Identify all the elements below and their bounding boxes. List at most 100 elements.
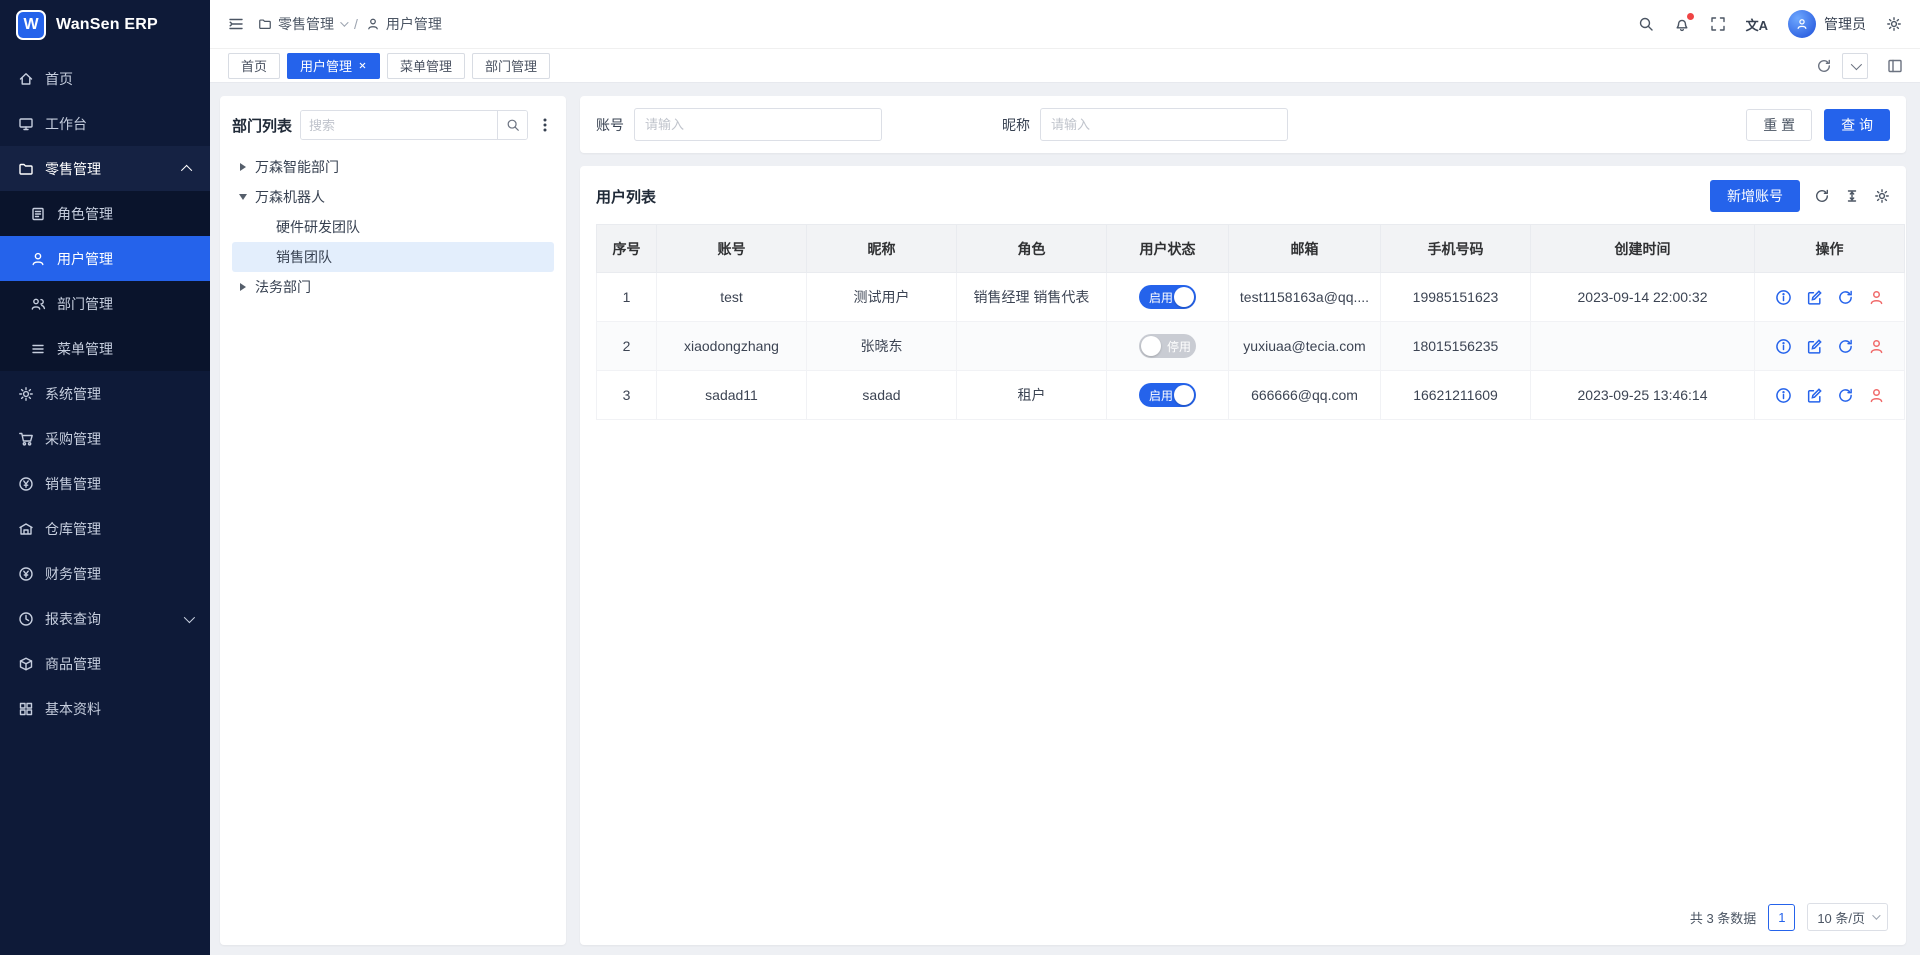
sidebar-item-menu-management[interactable]: 菜单管理: [0, 326, 210, 371]
info-icon[interactable]: [1775, 338, 1792, 355]
info-icon[interactable]: [1775, 387, 1792, 404]
sidebar-item-role-management[interactable]: 角色管理: [0, 191, 210, 236]
fullscreen-button[interactable]: [1710, 16, 1726, 32]
gear-icon: [1886, 16, 1902, 32]
cell-nickname: 测试用户: [807, 273, 957, 322]
row-height-button[interactable]: [1844, 188, 1860, 204]
sidebar-nav: 首页 工作台 零售管理 角色管理 用户管理 部门管理: [0, 50, 210, 955]
user-table: 序号 账号 昵称 角色 用户状态 邮箱 手机号码 创建时间 操作: [596, 224, 1905, 420]
tab-department-management[interactable]: 部门管理: [472, 53, 550, 79]
layout-toggle-button[interactable]: [1882, 53, 1908, 79]
sidebar-item-workbench[interactable]: 工作台: [0, 101, 210, 146]
tree-node-sales-team[interactable]: 销售团队: [232, 242, 554, 272]
close-icon[interactable]: [358, 61, 367, 70]
caret-right-icon[interactable]: [238, 163, 248, 171]
settings-button[interactable]: [1886, 16, 1902, 32]
edit-icon[interactable]: [1806, 387, 1823, 404]
department-more-button[interactable]: [536, 117, 554, 133]
user-list-tools: 新增账号: [1710, 180, 1890, 212]
gear-icon: [18, 386, 34, 402]
department-search-button[interactable]: [497, 111, 527, 139]
breadcrumb-parent[interactable]: 零售管理: [258, 14, 346, 34]
sidebar-item-warehouse-management[interactable]: 仓库管理: [0, 506, 210, 551]
collapse-sidebar-button[interactable]: [228, 16, 244, 32]
sidebar-item-retail-management[interactable]: 零售管理: [0, 146, 210, 191]
status-toggle[interactable]: 停用: [1139, 334, 1196, 358]
department-panel: 部门列表 万森智能部门 万森机器人: [220, 96, 566, 945]
cell-created: 2023-09-25 13:46:14: [1531, 371, 1755, 420]
tab-menu-management[interactable]: 菜单管理: [387, 53, 465, 79]
refresh-list-button[interactable]: [1814, 188, 1830, 204]
reset-password-icon[interactable]: [1837, 289, 1854, 306]
sidebar-item-finance-management[interactable]: 财务管理: [0, 551, 210, 596]
nickname-input[interactable]: [1040, 108, 1288, 141]
caret-right-icon[interactable]: [238, 283, 248, 291]
column-settings-button[interactable]: [1874, 188, 1890, 204]
cell-created: [1531, 322, 1755, 371]
cell-account: sadad11: [657, 371, 807, 420]
reset-button[interactable]: 重 置: [1746, 109, 1812, 141]
status-toggle[interactable]: 启用: [1139, 285, 1196, 309]
remove-user-icon[interactable]: [1868, 387, 1885, 404]
tab-options-dropdown[interactable]: [1842, 53, 1868, 79]
app-title: WanSen ERP: [56, 16, 158, 34]
tree-node-hardware-team[interactable]: 硬件研发团队: [232, 212, 554, 242]
sidebar-item-department-management[interactable]: 部门管理: [0, 281, 210, 326]
translate-icon[interactable]: 文A: [1746, 15, 1768, 34]
tab-label: 部门管理: [485, 56, 537, 75]
sidebar-item-label: 零售管理: [45, 159, 101, 179]
sidebar-item-sales-management[interactable]: 销售管理: [0, 461, 210, 506]
app-logo[interactable]: W WanSen ERP: [0, 0, 210, 50]
sidebar-item-basic-data[interactable]: 基本资料: [0, 686, 210, 731]
sidebar-item-purchase-management[interactable]: 采购管理: [0, 416, 210, 461]
sidebar-item-goods-management[interactable]: 商品管理: [0, 641, 210, 686]
coin-icon: [18, 476, 34, 492]
sidebar-item-home[interactable]: 首页: [0, 56, 210, 101]
caret-down-icon[interactable]: [238, 194, 248, 200]
cell-actions: [1755, 273, 1905, 322]
page-size-select[interactable]: 10 条/页: [1807, 903, 1888, 931]
refresh-tabs-button[interactable]: [1816, 58, 1832, 74]
cell-phone: 18015156235: [1381, 322, 1531, 371]
edit-icon[interactable]: [1806, 289, 1823, 306]
pagination-total: 共 3 条数据: [1690, 908, 1756, 927]
tree-node-legal-dept[interactable]: 法务部门: [232, 272, 554, 302]
cell-status: 启用: [1107, 273, 1229, 322]
remove-user-icon[interactable]: [1868, 338, 1885, 355]
cell-roles: 租户: [957, 371, 1107, 420]
top-header: 零售管理 / 用户管理 文A: [210, 0, 1920, 49]
query-button[interactable]: 查 询: [1824, 109, 1890, 141]
remove-user-icon[interactable]: [1868, 289, 1885, 306]
account-input[interactable]: [634, 108, 882, 141]
tree-node-label: 硬件研发团队: [276, 217, 360, 237]
notifications-button[interactable]: [1674, 16, 1690, 32]
tab-user-management[interactable]: 用户管理: [287, 53, 380, 79]
sidebar-item-system-management[interactable]: 系统管理: [0, 371, 210, 416]
column-header-status: 用户状态: [1107, 225, 1229, 273]
tree-node-label: 万森机器人: [255, 187, 325, 207]
sidebar-item-user-management[interactable]: 用户管理: [0, 236, 210, 281]
avatar-user-icon: [1795, 17, 1809, 31]
refresh-icon: [1816, 58, 1832, 74]
breadcrumb-parent-label: 零售管理: [278, 14, 334, 34]
cell-email: yuxiuaa@tecia.com: [1229, 322, 1381, 371]
cell-nickname: 张晓东: [807, 322, 957, 371]
sidebar-item-report-query[interactable]: 报表查询: [0, 596, 210, 641]
breadcrumb-current[interactable]: 用户管理: [366, 14, 442, 34]
edit-icon[interactable]: [1806, 338, 1823, 355]
search-button[interactable]: [1638, 16, 1654, 32]
info-icon[interactable]: [1775, 289, 1792, 306]
tree-node-wansen-smart[interactable]: 万森智能部门: [232, 152, 554, 182]
column-header-index: 序号: [597, 225, 657, 273]
sidebar-item-label: 首页: [45, 69, 73, 89]
user-menu[interactable]: 管理员: [1788, 10, 1866, 38]
sidebar-item-label: 采购管理: [45, 429, 101, 449]
reset-password-icon[interactable]: [1837, 387, 1854, 404]
add-account-button[interactable]: 新增账号: [1710, 180, 1800, 212]
tree-node-wansen-robot[interactable]: 万森机器人: [232, 182, 554, 212]
tab-home[interactable]: 首页: [228, 53, 280, 79]
page-number-button[interactable]: 1: [1768, 904, 1795, 931]
status-toggle[interactable]: 启用: [1139, 383, 1196, 407]
department-search-input[interactable]: [301, 111, 497, 139]
reset-password-icon[interactable]: [1837, 338, 1854, 355]
